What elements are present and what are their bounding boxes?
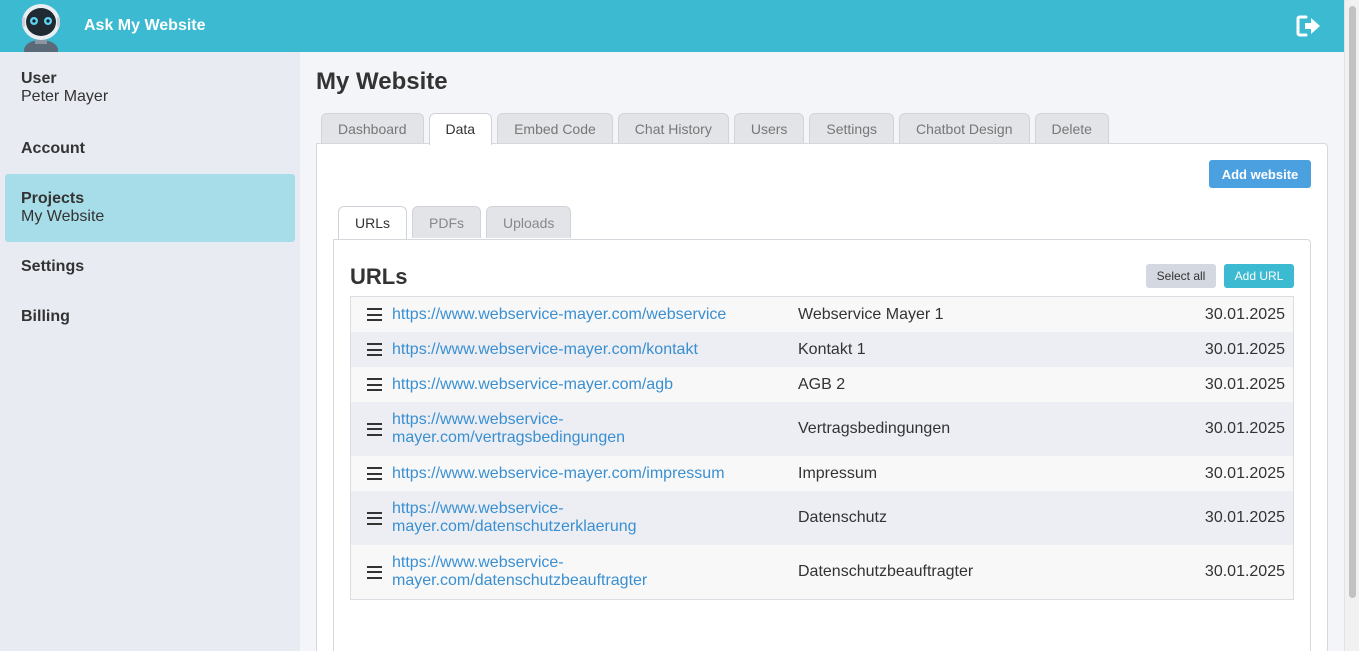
subtab-urls[interactable]: URLs: [338, 206, 408, 239]
tab-dashboard[interactable]: Dashboard: [321, 113, 424, 144]
url-link[interactable]: https://www.webservice-mayer.com/kontakt: [392, 341, 772, 359]
project-tabs: Dashboard Data Embed Code Chat History U…: [321, 113, 1109, 145]
top-bar: Ask My Website: [0, 0, 1344, 52]
tab-settings[interactable]: Settings: [809, 113, 894, 144]
table-row: https://www.webservice-mayer.com/agb AGB…: [351, 367, 1293, 402]
data-subtabs: URLs PDFs Uploads: [338, 206, 572, 239]
table-row: https://www.webservice- mayer.com/datens…: [351, 545, 1293, 599]
url-date: 30.01.2025: [1204, 563, 1285, 580]
sidebar-item-projects[interactable]: Projects My Website: [5, 174, 295, 242]
url-name: Datenschutz: [798, 509, 887, 526]
sidebar-item-label: Billing: [21, 308, 70, 325]
url-link-line: mayer.com/datenschutzbeauftragter: [392, 572, 648, 589]
tab-data[interactable]: Data: [428, 113, 493, 145]
page-title: My Website: [316, 68, 448, 95]
sidebar-item-label: Projects: [21, 190, 85, 207]
add-url-button[interactable]: Add URL: [1224, 264, 1294, 288]
sidebar-item-settings[interactable]: Settings: [5, 258, 295, 276]
url-link-line: mayer.com/vertragsbedingungen: [392, 429, 626, 446]
url-date: 30.01.2025: [1204, 375, 1285, 393]
table-row: https://www.webservice-mayer.com/impress…: [351, 456, 1293, 491]
table-row: https://www.webservice-mayer.com/kontakt…: [351, 332, 1293, 367]
drag-handle-icon[interactable]: [367, 565, 382, 579]
add-website-button[interactable]: Add website: [1209, 160, 1311, 188]
tab-chatbot-design[interactable]: Chatbot Design: [898, 113, 1030, 144]
url-name: Vertragsbedingungen: [798, 420, 951, 437]
url-link[interactable]: https://www.webservice-mayer.com/webserv…: [392, 306, 772, 324]
drag-handle-icon[interactable]: [367, 378, 382, 391]
drag-handle-icon[interactable]: [367, 308, 382, 321]
url-name: Kontakt 1: [798, 340, 866, 358]
url-link-line: https://www.webservice-: [392, 500, 564, 517]
sidebar-item-label: User: [21, 70, 57, 87]
sidebar-item-label: Account: [21, 140, 85, 157]
section-title: URLs: [350, 264, 408, 289]
sidebar-item-label: Settings: [21, 258, 85, 275]
url-date: 30.01.2025: [1204, 420, 1285, 437]
url-name: Impressum: [798, 464, 878, 482]
data-panel: Add website URLs PDFs Uploads URLs Selec…: [316, 143, 1328, 651]
url-link[interactable]: https://www.webservice- mayer.com/datens…: [392, 554, 772, 590]
url-name: AGB 2: [798, 375, 846, 393]
url-link[interactable]: https://www.webservice- mayer.com/datens…: [392, 500, 772, 536]
url-link[interactable]: https://www.webservice-mayer.com/agb: [392, 376, 772, 394]
tab-embed-code[interactable]: Embed Code: [497, 113, 613, 144]
url-name: Webservice Mayer 1: [798, 305, 944, 323]
sidebar-item-billing[interactable]: Billing: [5, 308, 295, 326]
url-link-line: https://www.webservice-: [392, 411, 564, 428]
drag-handle-icon[interactable]: [367, 511, 382, 525]
drag-handle-icon[interactable]: [367, 422, 382, 436]
table-row: https://www.webservice- mayer.com/datens…: [351, 491, 1293, 545]
sidebar-item-user[interactable]: User Peter Mayer: [5, 70, 295, 106]
urls-panel: URLs Select all Add URL https://www.webs…: [333, 239, 1311, 651]
url-link-line: mayer.com/datenschutzerklaerung: [392, 518, 637, 535]
url-date: 30.01.2025: [1204, 305, 1285, 323]
sidebar-item-sublabel: Peter Mayer: [21, 88, 109, 105]
scrollbar-thumb[interactable]: [1349, 6, 1356, 598]
url-table: https://www.webservice-mayer.com/webserv…: [350, 296, 1294, 600]
drag-handle-icon[interactable]: [367, 343, 382, 356]
table-row: https://www.webservice-mayer.com/webserv…: [351, 297, 1293, 332]
main-content: My Website Dashboard Data Embed Code Cha…: [300, 52, 1344, 651]
url-link-line: https://www.webservice-: [392, 554, 564, 571]
sidebar-item-account[interactable]: Account: [5, 140, 295, 158]
url-date: 30.01.2025: [1204, 464, 1285, 482]
subtab-pdfs[interactable]: PDFs: [412, 206, 482, 238]
url-name: Datenschutzbeauftragter: [798, 563, 974, 580]
tab-chat-history[interactable]: Chat History: [617, 113, 729, 144]
tab-users[interactable]: Users: [733, 113, 805, 144]
table-row: https://www.webservice- mayer.com/vertra…: [351, 402, 1293, 456]
sidebar-item-sublabel: My Website: [21, 208, 105, 225]
tab-delete[interactable]: Delete: [1034, 113, 1109, 144]
robot-icon: [20, 0, 62, 52]
subtab-uploads[interactable]: Uploads: [486, 206, 572, 238]
logout-icon[interactable]: [1296, 14, 1322, 38]
url-date: 30.01.2025: [1204, 340, 1285, 358]
page-scrollbar[interactable]: [1344, 0, 1359, 651]
select-all-button[interactable]: Select all: [1146, 264, 1216, 288]
app-title: Ask My Website: [84, 17, 206, 34]
sidebar: User Peter Mayer Account Projects My Web…: [0, 52, 300, 651]
url-date: 30.01.2025: [1204, 509, 1285, 526]
url-link[interactable]: https://www.webservice- mayer.com/vertra…: [392, 411, 772, 447]
drag-handle-icon[interactable]: [367, 467, 382, 480]
url-link[interactable]: https://www.webservice-mayer.com/impress…: [392, 465, 772, 483]
